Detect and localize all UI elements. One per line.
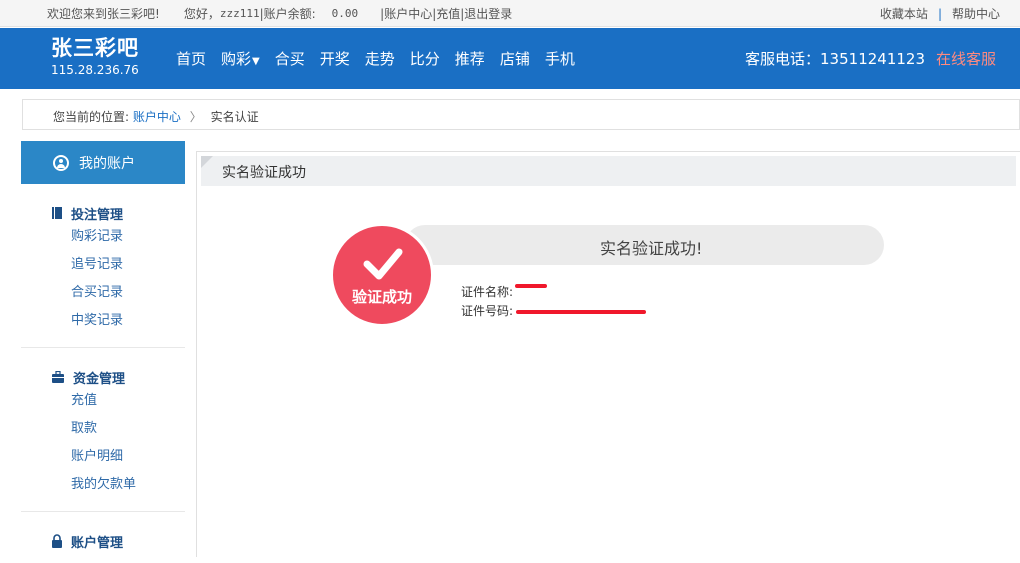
badge-label: 验证成功 bbox=[351, 288, 412, 306]
separator: | bbox=[937, 6, 942, 21]
group-title-funds: 资金管理 bbox=[21, 367, 185, 387]
id-name-row: 证件名称: bbox=[461, 283, 513, 300]
my-account-label: 我的账户 bbox=[79, 155, 135, 172]
main-nav: 首页 购彩▼ 合买 开奖 走势 比分 推荐 店铺 手机 bbox=[176, 48, 590, 69]
nav-recommend[interactable]: 推荐 bbox=[455, 48, 485, 69]
id-number-label: 证件号码: bbox=[461, 304, 514, 318]
corner-decoration bbox=[201, 156, 213, 168]
sidebar-item-recharge[interactable]: 充值 bbox=[21, 387, 185, 415]
nav-home[interactable]: 首页 bbox=[176, 48, 206, 69]
id-number-row: 证件号码: bbox=[461, 302, 513, 319]
online-service-link[interactable]: 在线客服 bbox=[936, 48, 996, 69]
sidebar-item-purchase-records[interactable]: 购彩记录 bbox=[21, 223, 185, 251]
nav-scores[interactable]: 比分 bbox=[410, 48, 440, 69]
result-text: 实名验证成功! bbox=[600, 239, 703, 258]
nav-trends[interactable]: 走势 bbox=[365, 48, 395, 69]
breadcrumb-prefix: 您当前的位置: bbox=[53, 110, 130, 124]
site-ip: 115.28.236.76 bbox=[51, 63, 139, 77]
help-center-link[interactable]: 帮助中心 bbox=[952, 5, 1000, 22]
my-account-button[interactable]: 我的账户 bbox=[21, 141, 185, 184]
group-title-label: 资金管理 bbox=[73, 371, 126, 387]
sidebar-item-chase-records[interactable]: 追号记录 bbox=[21, 251, 185, 279]
group-title-account: 账户管理 bbox=[21, 531, 185, 551]
caret-down-icon: ▼ bbox=[252, 56, 260, 67]
sidebar-item-account-details[interactable]: 账户明细 bbox=[21, 443, 185, 471]
balance-label: |账户余额: bbox=[259, 7, 316, 21]
group-title-label: 账户管理 bbox=[71, 535, 124, 551]
site-name: 张三彩吧 bbox=[51, 36, 139, 60]
site-header: 张三彩吧 115.28.236.76 首页 购彩▼ 合买 开奖 走势 比分 推荐… bbox=[0, 28, 1020, 89]
logout-link[interactable]: |退出登录 bbox=[460, 5, 512, 22]
site-logo[interactable]: 张三彩吧 115.28.236.76 bbox=[51, 36, 139, 77]
breadcrumb: 您当前的位置: 账户中心 〉 实名认证 bbox=[22, 99, 1020, 130]
top-bar-right: 收藏本站 | 帮助中心 bbox=[880, 5, 1000, 22]
sidebar-item-group-buy-records[interactable]: 合买记录 bbox=[21, 279, 185, 307]
username: zzz111 bbox=[219, 7, 260, 20]
panel-header: 实名验证成功 bbox=[201, 156, 1016, 186]
chevron-right-icon: 〉 bbox=[189, 110, 202, 124]
book-icon bbox=[52, 207, 62, 219]
briefcase-icon bbox=[52, 371, 64, 383]
betting-management-group: 投注管理 购彩记录 追号记录 合买记录 中奖记录 bbox=[21, 184, 185, 348]
nav-stores[interactable]: 店铺 bbox=[500, 48, 530, 69]
sidebar-item-my-debts[interactable]: 我的欠款单 bbox=[21, 471, 185, 499]
nav-buy-lottery-label: 购彩 bbox=[221, 50, 252, 68]
hotline: 客服电话：13511241123 bbox=[745, 48, 925, 69]
account-management-group: 账户管理 bbox=[21, 512, 185, 563]
redaction-mark bbox=[516, 310, 646, 314]
redaction-mark bbox=[515, 284, 547, 288]
nav-mobile[interactable]: 手机 bbox=[545, 48, 575, 69]
group-title-label: 投注管理 bbox=[71, 207, 124, 223]
lock-icon bbox=[52, 534, 62, 548]
user-icon bbox=[53, 154, 69, 171]
top-bar-left: 欢迎您来到张三彩吧! 您好， zzz111 |账户余额: 0.00 |账户中心 … bbox=[47, 5, 512, 22]
breadcrumb-current: 实名认证 bbox=[210, 110, 259, 124]
checkmark-icon bbox=[363, 248, 403, 280]
funds-management-group: 资金管理 充值 取款 账户明细 我的欠款单 bbox=[21, 348, 185, 512]
sidebar-item-withdraw[interactable]: 取款 bbox=[21, 415, 185, 443]
panel-title: 实名验证成功 bbox=[222, 165, 306, 181]
id-name-label: 证件名称: bbox=[461, 285, 514, 299]
breadcrumb-account-center[interactable]: 账户中心 bbox=[133, 110, 181, 124]
top-bar: 欢迎您来到张三彩吧! 您好， zzz111 |账户余额: 0.00 |账户中心 … bbox=[0, 0, 1020, 27]
recharge-link[interactable]: |充值 bbox=[432, 5, 460, 22]
bookmark-link[interactable]: 收藏本站 bbox=[880, 5, 928, 22]
group-title-betting: 投注管理 bbox=[21, 203, 185, 223]
hotline-label: 客服电话： bbox=[745, 50, 821, 68]
account-center-link[interactable]: |账户中心 bbox=[380, 5, 432, 22]
nav-buy-lottery[interactable]: 购彩▼ bbox=[221, 48, 260, 69]
success-badge: 验证成功 bbox=[330, 223, 434, 327]
welcome-text: 欢迎您来到张三彩吧! bbox=[47, 7, 160, 21]
greeting-text: 您好， bbox=[183, 7, 220, 21]
hotline-number: 13511241123 bbox=[820, 50, 925, 68]
verification-result-bar: 实名验证成功! bbox=[405, 225, 884, 265]
main-panel: 实名验证成功 bbox=[196, 151, 1020, 557]
balance-value: 0.00 bbox=[331, 7, 359, 20]
nav-draw-results[interactable]: 开奖 bbox=[320, 48, 350, 69]
nav-group-buy[interactable]: 合买 bbox=[275, 48, 305, 69]
sidebar: 我的账户 投注管理 购彩记录 追号记录 合买记录 中奖记录 资金管理 充值 取款… bbox=[21, 141, 185, 557]
sidebar-item-winning-records[interactable]: 中奖记录 bbox=[21, 307, 185, 335]
